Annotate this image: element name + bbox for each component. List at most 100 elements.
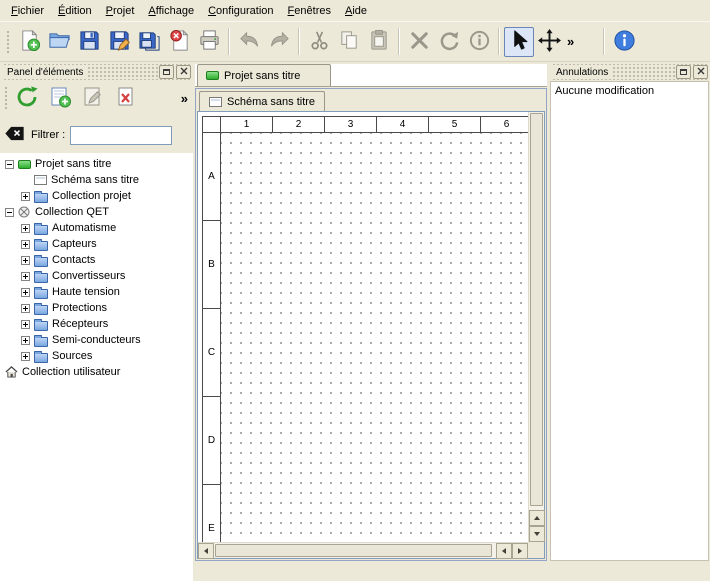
diagram-canvas[interactable] — [221, 133, 528, 542]
collapse-expander-icon[interactable] — [5, 208, 14, 217]
menu-item-aide[interactable]: Aide — [338, 1, 374, 21]
menu-item-configuration[interactable]: Configuration — [201, 1, 280, 21]
tree-item-convertisseurs[interactable]: Convertisseurs — [0, 268, 193, 284]
float-dock-button[interactable] — [676, 65, 691, 79]
undo-dock-title: Annulations — [551, 67, 613, 78]
menu-item-fichier[interactable]: Fichier — [4, 1, 51, 21]
undo-history-list[interactable]: Aucune modification — [550, 81, 709, 561]
menu-item-edition[interactable]: Édition — [51, 1, 99, 21]
delete-selection-button[interactable] — [404, 27, 434, 57]
save-as-button[interactable] — [104, 27, 134, 57]
scroll-left-button[interactable] — [198, 543, 214, 559]
row-header: A — [203, 133, 221, 221]
collapse-expander-icon[interactable] — [5, 160, 14, 169]
save-button[interactable] — [74, 27, 104, 57]
tree-item-contacts[interactable]: Contacts — [0, 252, 193, 268]
pan-mode-button[interactable] — [534, 27, 564, 57]
save-all-button[interactable] — [134, 27, 164, 57]
reload-collections-button[interactable] — [12, 83, 42, 113]
rotate-icon — [438, 29, 461, 55]
copy-button[interactable] — [334, 27, 364, 57]
horizontal-scrollbar[interactable] — [198, 542, 528, 558]
reload-collections-icon — [15, 85, 39, 112]
menu-item-projet[interactable]: Projet — [99, 1, 142, 21]
undo-dock-titlebar[interactable]: Annulations — [551, 64, 708, 80]
filter-label: Filtrer : — [31, 129, 65, 141]
toolbar-grip[interactable] — [5, 29, 11, 55]
tree-item-collection-projet[interactable]: Collection projet — [0, 188, 193, 204]
cut-button[interactable] — [304, 27, 334, 57]
edit-element-button[interactable] — [78, 83, 108, 113]
tree-item-label: Capteurs — [52, 238, 97, 250]
project-icon — [18, 160, 31, 169]
paste-button[interactable] — [364, 27, 394, 57]
expand-expander-icon[interactable] — [21, 256, 30, 265]
tree-item-schema-sans-titre[interactable]: Schéma sans titre — [0, 172, 193, 188]
diagram-scroll-area: 1 2 3 4 5 6 A B C D — [197, 111, 545, 559]
undo-empty-message: Aucune modification — [555, 85, 654, 97]
qet-collection-icon — [18, 206, 31, 218]
menu-item-fenetres[interactable]: Fenêtres — [281, 1, 338, 21]
expand-expander-icon[interactable] — [21, 336, 30, 345]
open-project-button[interactable] — [44, 27, 74, 57]
toolbar-separator — [498, 28, 500, 55]
arrow-up-icon — [534, 516, 540, 520]
tab-schema-sans-titre[interactable]: Schéma sans titre — [199, 91, 325, 111]
tree-item-semi-conducteurs[interactable]: Semi-conducteurs — [0, 332, 193, 348]
menu-item-affichage[interactable]: Affichage — [141, 1, 201, 21]
expand-expander-icon[interactable] — [21, 352, 30, 361]
rotate-button[interactable] — [434, 27, 464, 57]
undo-button[interactable] — [234, 27, 264, 57]
print-button[interactable] — [194, 27, 224, 57]
elements-panel-titlebar[interactable]: Panel d'éléments — [2, 64, 191, 80]
tree-item-label: Automatisme — [52, 222, 116, 234]
vertical-scrollbar-thumb[interactable] — [530, 113, 543, 506]
redo-button[interactable] — [264, 27, 294, 57]
expand-expander-icon[interactable] — [21, 320, 30, 329]
tree-item-recepteurs[interactable]: Récepteurs — [0, 316, 193, 332]
scroll-up-button[interactable] — [529, 510, 545, 526]
save-as-icon — [108, 29, 131, 55]
clear-filter-button[interactable] — [4, 127, 26, 143]
toolbar-grip[interactable] — [3, 85, 9, 111]
close-dock-button[interactable] — [176, 65, 191, 79]
scroll-left-button[interactable] — [496, 543, 512, 559]
expand-expander-icon[interactable] — [21, 288, 30, 297]
expand-expander-icon[interactable] — [21, 272, 30, 281]
delete-element-button[interactable] — [111, 83, 141, 113]
tree-item-protections[interactable]: Protections — [0, 300, 193, 316]
expand-expander-icon[interactable] — [21, 224, 30, 233]
close-file-button[interactable] — [164, 27, 194, 57]
scroll-down-button[interactable] — [529, 526, 545, 542]
expand-expander-icon[interactable] — [21, 240, 30, 249]
tree-item-collection-qet[interactable]: Collection QET — [0, 204, 193, 220]
row-header: B — [203, 221, 221, 309]
diagram-sheet[interactable]: 1 2 3 4 5 6 A B C D — [202, 116, 528, 542]
print-icon — [198, 29, 221, 55]
vertical-scrollbar[interactable] — [528, 112, 544, 542]
close-dock-button[interactable] — [693, 65, 708, 79]
float-dock-button[interactable] — [159, 65, 174, 79]
tree-item-collection-utilisateur[interactable]: Collection utilisateur — [0, 364, 193, 380]
panel-toolbar-overflow-button[interactable]: » — [178, 91, 191, 106]
tree-item-sources[interactable]: Sources — [0, 348, 193, 364]
clear-filter-icon — [4, 126, 25, 144]
tree-item-projet-sans-titre[interactable]: Projet sans titre — [0, 156, 193, 172]
horizontal-scrollbar-thumb[interactable] — [215, 544, 492, 557]
element-info-button[interactable] — [464, 27, 494, 57]
tab-projet-sans-titre[interactable]: Projet sans titre — [197, 64, 331, 86]
tree-item-capteurs[interactable]: Capteurs — [0, 236, 193, 252]
expand-expander-icon[interactable] — [21, 192, 30, 201]
new-document-button[interactable] — [14, 27, 44, 57]
about-button[interactable] — [609, 27, 639, 57]
selection-mode-button[interactable] — [504, 27, 534, 57]
about-icon — [613, 29, 636, 55]
new-element-button[interactable] — [45, 83, 75, 113]
scroll-right-button[interactable] — [512, 543, 528, 559]
expand-expander-icon[interactable] — [21, 304, 30, 313]
tree-item-automatisme[interactable]: Automatisme — [0, 220, 193, 236]
tree-item-haute-tension[interactable]: Haute tension — [0, 284, 193, 300]
filter-input[interactable] — [70, 126, 172, 145]
row-header: D — [203, 397, 221, 485]
toolbar-overflow-button[interactable]: » — [564, 34, 577, 49]
